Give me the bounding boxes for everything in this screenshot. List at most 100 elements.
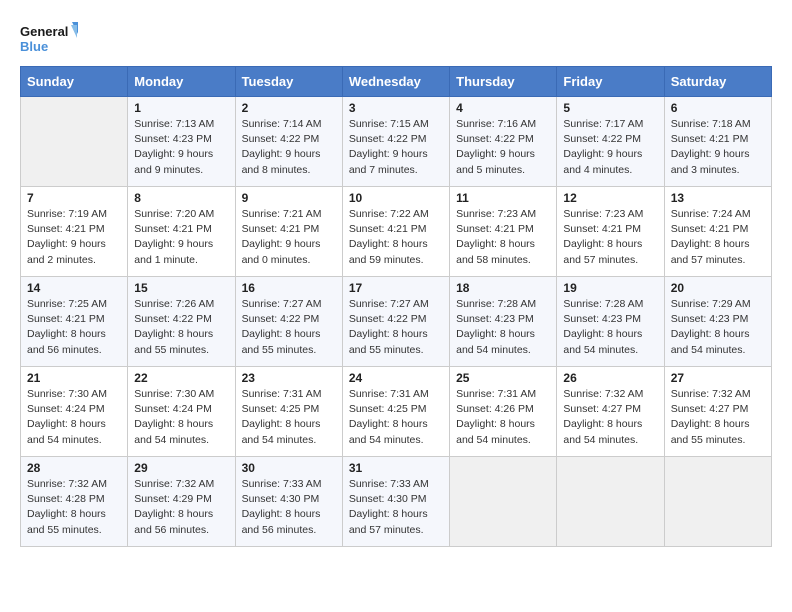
day-info: Sunrise: 7:14 AMSunset: 4:22 PMDaylight:… bbox=[242, 117, 336, 178]
calendar-week-2: 7Sunrise: 7:19 AMSunset: 4:21 PMDaylight… bbox=[21, 187, 772, 277]
day-info: Sunrise: 7:28 AMSunset: 4:23 PMDaylight:… bbox=[563, 297, 657, 358]
calendar-cell: 27 Sunrise: 7:32 AMSunset: 4:27 PMDayligh… bbox=[664, 367, 771, 457]
header-day-saturday: Saturday bbox=[664, 67, 771, 97]
day-number: 10 bbox=[349, 191, 443, 205]
header-day-tuesday: Tuesday bbox=[235, 67, 342, 97]
day-info: Sunrise: 7:27 AMSunset: 4:22 PMDaylight:… bbox=[242, 297, 336, 358]
day-number: 4 bbox=[456, 101, 550, 115]
calendar-cell bbox=[557, 457, 664, 547]
day-number: 20 bbox=[671, 281, 765, 295]
svg-text:General: General bbox=[20, 24, 68, 39]
calendar-cell bbox=[664, 457, 771, 547]
calendar-cell: 8Sunrise: 7:20 AMSunset: 4:21 PMDaylight… bbox=[128, 187, 235, 277]
calendar-cell: 29Sunrise: 7:32 AMSunset: 4:29 PMDayligh… bbox=[128, 457, 235, 547]
calendar-cell: 12Sunrise: 7:23 AMSunset: 4:21 PMDayligh… bbox=[557, 187, 664, 277]
day-number: 18 bbox=[456, 281, 550, 295]
calendar-cell: 6Sunrise: 7:18 AMSunset: 4:21 PMDaylight… bbox=[664, 97, 771, 187]
day-number: 2 bbox=[242, 101, 336, 115]
day-number: 12 bbox=[563, 191, 657, 205]
calendar-cell: 11 Sunrise: 7:23 AMSunset: 4:21 PMDayligh… bbox=[450, 187, 557, 277]
day-info: Sunrise: 7:26 AMSunset: 4:22 PMDaylight:… bbox=[134, 297, 228, 358]
day-number: 19 bbox=[563, 281, 657, 295]
calendar-cell: 23Sunrise: 7:31 AMSunset: 4:25 PMDayligh… bbox=[235, 367, 342, 457]
calendar-cell bbox=[450, 457, 557, 547]
day-info: Sunrise: 7:32 AMSunset: 4:28 PMDaylight:… bbox=[27, 477, 121, 538]
day-number: 8 bbox=[134, 191, 228, 205]
calendar-cell: 25Sunrise: 7:31 AMSunset: 4:26 PMDayligh… bbox=[450, 367, 557, 457]
day-info: Sunrise: 7:21 AMSunset: 4:21 PMDaylight:… bbox=[242, 207, 336, 268]
header-day-sunday: Sunday bbox=[21, 67, 128, 97]
calendar-cell: 28 Sunrise: 7:32 AMSunset: 4:28 PMDayligh… bbox=[21, 457, 128, 547]
calendar-cell: 15 Sunrise: 7:26 AMSunset: 4:22 PMDayligh… bbox=[128, 277, 235, 367]
day-number: 7 bbox=[27, 191, 121, 205]
calendar-cell: 9 Sunrise: 7:21 AMSunset: 4:21 PMDaylight… bbox=[235, 187, 342, 277]
header-day-monday: Monday bbox=[128, 67, 235, 97]
svg-text:Blue: Blue bbox=[20, 39, 48, 54]
calendar-cell: 10 Sunrise: 7:22 AMSunset: 4:21 PMDayligh… bbox=[342, 187, 449, 277]
day-info: Sunrise: 7:32 AMSunset: 4:29 PMDaylight:… bbox=[134, 477, 228, 538]
day-number: 9 bbox=[242, 191, 336, 205]
calendar-cell: 21 Sunrise: 7:30 AMSunset: 4:24 PMDayligh… bbox=[21, 367, 128, 457]
calendar-cell: 5 Sunrise: 7:17 AMSunset: 4:22 PMDaylight… bbox=[557, 97, 664, 187]
day-info: Sunrise: 7:32 AMSunset: 4:27 PMDaylight:… bbox=[671, 387, 765, 448]
day-number: 24 bbox=[349, 371, 443, 385]
day-info: Sunrise: 7:16 AMSunset: 4:22 PMDaylight:… bbox=[456, 117, 550, 178]
day-number: 11 bbox=[456, 191, 550, 205]
header: General Blue bbox=[20, 20, 772, 56]
calendar-week-1: 1 Sunrise: 7:13 AMSunset: 4:23 PMDaylight… bbox=[21, 97, 772, 187]
day-info: Sunrise: 7:28 AMSunset: 4:23 PMDaylight:… bbox=[456, 297, 550, 358]
calendar-cell: 2 Sunrise: 7:14 AMSunset: 4:22 PMDaylight… bbox=[235, 97, 342, 187]
day-number: 28 bbox=[27, 461, 121, 475]
day-number: 14 bbox=[27, 281, 121, 295]
calendar-cell: 19 Sunrise: 7:28 AMSunset: 4:23 PMDayligh… bbox=[557, 277, 664, 367]
calendar-cell: 22Sunrise: 7:30 AMSunset: 4:24 PMDayligh… bbox=[128, 367, 235, 457]
day-info: Sunrise: 7:31 AMSunset: 4:25 PMDaylight:… bbox=[242, 387, 336, 448]
logo: General Blue bbox=[20, 20, 80, 56]
calendar-cell: 13 Sunrise: 7:24 AMSunset: 4:21 PMDayligh… bbox=[664, 187, 771, 277]
logo-svg: General Blue bbox=[20, 20, 80, 56]
calendar-cell: 1 Sunrise: 7:13 AMSunset: 4:23 PMDaylight… bbox=[128, 97, 235, 187]
calendar-cell: 3 Sunrise: 7:15 AMSunset: 4:22 PMDaylight… bbox=[342, 97, 449, 187]
header-day-wednesday: Wednesday bbox=[342, 67, 449, 97]
day-number: 25 bbox=[456, 371, 550, 385]
day-info: Sunrise: 7:32 AMSunset: 4:27 PMDaylight:… bbox=[563, 387, 657, 448]
day-info: Sunrise: 7:22 AMSunset: 4:21 PMDaylight:… bbox=[349, 207, 443, 268]
day-info: Sunrise: 7:27 AMSunset: 4:22 PMDaylight:… bbox=[349, 297, 443, 358]
day-info: Sunrise: 7:24 AMSunset: 4:21 PMDaylight:… bbox=[671, 207, 765, 268]
day-number: 5 bbox=[563, 101, 657, 115]
calendar-week-3: 14 Sunrise: 7:25 AMSunset: 4:21 PMDayligh… bbox=[21, 277, 772, 367]
day-number: 30 bbox=[242, 461, 336, 475]
calendar-body: 1 Sunrise: 7:13 AMSunset: 4:23 PMDaylight… bbox=[21, 97, 772, 547]
day-number: 21 bbox=[27, 371, 121, 385]
day-number: 6 bbox=[671, 101, 765, 115]
day-number: 27 bbox=[671, 371, 765, 385]
day-info: Sunrise: 7:23 AMSunset: 4:21 PMDaylight:… bbox=[456, 207, 550, 268]
day-number: 3 bbox=[349, 101, 443, 115]
calendar-week-5: 28 Sunrise: 7:32 AMSunset: 4:28 PMDayligh… bbox=[21, 457, 772, 547]
day-number: 15 bbox=[134, 281, 228, 295]
calendar-cell: 16 Sunrise: 7:27 AMSunset: 4:22 PMDayligh… bbox=[235, 277, 342, 367]
calendar-cell: 31 Sunrise: 7:33 AMSunset: 4:30 PMDayligh… bbox=[342, 457, 449, 547]
day-info: Sunrise: 7:25 AMSunset: 4:21 PMDaylight:… bbox=[27, 297, 121, 358]
day-info: Sunrise: 7:13 AMSunset: 4:23 PMDaylight:… bbox=[134, 117, 228, 178]
day-number: 1 bbox=[134, 101, 228, 115]
day-number: 31 bbox=[349, 461, 443, 475]
day-info: Sunrise: 7:31 AMSunset: 4:25 PMDaylight:… bbox=[349, 387, 443, 448]
day-info: Sunrise: 7:29 AMSunset: 4:23 PMDaylight:… bbox=[671, 297, 765, 358]
day-info: Sunrise: 7:33 AMSunset: 4:30 PMDaylight:… bbox=[349, 477, 443, 538]
calendar-table: SundayMondayTuesdayWednesdayThursdayFrid… bbox=[20, 66, 772, 547]
day-number: 16 bbox=[242, 281, 336, 295]
day-number: 13 bbox=[671, 191, 765, 205]
calendar-cell: 4 Sunrise: 7:16 AMSunset: 4:22 PMDaylight… bbox=[450, 97, 557, 187]
header-row: SundayMondayTuesdayWednesdayThursdayFrid… bbox=[21, 67, 772, 97]
day-info: Sunrise: 7:30 AMSunset: 4:24 PMDaylight:… bbox=[27, 387, 121, 448]
calendar-week-4: 21 Sunrise: 7:30 AMSunset: 4:24 PMDayligh… bbox=[21, 367, 772, 457]
day-number: 26 bbox=[563, 371, 657, 385]
day-info: Sunrise: 7:17 AMSunset: 4:22 PMDaylight:… bbox=[563, 117, 657, 178]
calendar-cell: 17Sunrise: 7:27 AMSunset: 4:22 PMDayligh… bbox=[342, 277, 449, 367]
header-day-friday: Friday bbox=[557, 67, 664, 97]
day-info: Sunrise: 7:33 AMSunset: 4:30 PMDaylight:… bbox=[242, 477, 336, 538]
day-info: Sunrise: 7:15 AMSunset: 4:22 PMDaylight:… bbox=[349, 117, 443, 178]
calendar-cell: 30 Sunrise: 7:33 AMSunset: 4:30 PMDayligh… bbox=[235, 457, 342, 547]
calendar-cell: 24 Sunrise: 7:31 AMSunset: 4:25 PMDayligh… bbox=[342, 367, 449, 457]
